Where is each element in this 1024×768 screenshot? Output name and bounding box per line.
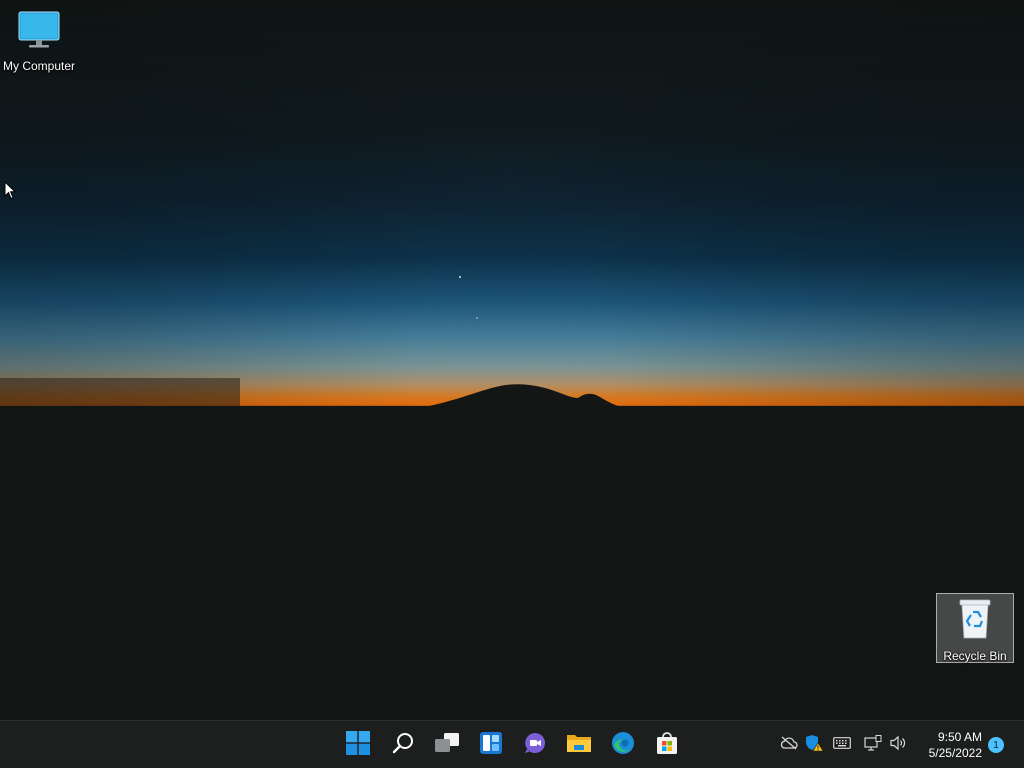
- folder-icon: [566, 732, 592, 759]
- taskbar: 9:50 AM 5/25/2022 1: [0, 720, 1024, 768]
- tray-network-button[interactable]: [863, 734, 883, 756]
- edge-icon: [611, 731, 635, 760]
- security-warning-icon: [804, 734, 824, 757]
- taskbar-clock[interactable]: 9:50 AM 5/25/2022: [916, 729, 982, 761]
- taskbar-edge-button[interactable]: [605, 727, 641, 763]
- desktop[interactable]: My Computer Recycle Bin: [0, 0, 1024, 720]
- tray-onedrive-button[interactable]: [779, 735, 799, 755]
- recycle-bin-icon: [955, 596, 995, 645]
- mouse-cursor-icon: [4, 181, 16, 200]
- taskbar-task-view-button[interactable]: [429, 727, 465, 763]
- search-icon: [391, 731, 415, 760]
- volume-icon: [889, 735, 907, 756]
- taskbar-file-explorer-button[interactable]: [561, 727, 597, 763]
- desktop-icon-label: My Computer: [2, 59, 76, 73]
- desktop-icon-label: Recycle Bin: [943, 649, 1007, 663]
- wallpaper: [0, 0, 1024, 720]
- clock-date: 5/25/2022: [928, 746, 982, 760]
- taskbar-store-button[interactable]: [649, 727, 685, 763]
- network-icon: [864, 734, 882, 756]
- desktop-icon-my-computer[interactable]: My Computer: [1, 8, 77, 76]
- clock-time: 9:50 AM: [937, 730, 982, 744]
- task-view-icon: [434, 732, 460, 759]
- windows-start-icon: [346, 730, 370, 760]
- taskbar-chat-button[interactable]: [517, 727, 553, 763]
- tray-keyboard-button[interactable]: [832, 735, 852, 755]
- store-icon: [655, 731, 679, 760]
- chat-icon: [523, 731, 547, 760]
- monitor-icon: [17, 10, 61, 55]
- cloud-offline-icon: [780, 736, 798, 755]
- taskbar-search-button[interactable]: [385, 727, 421, 763]
- widgets-icon: [479, 731, 503, 760]
- tray-volume-button[interactable]: [888, 735, 908, 755]
- taskbar-widgets-button[interactable]: [473, 727, 509, 763]
- desktop-icon-recycle-bin[interactable]: Recycle Bin: [936, 593, 1014, 663]
- notification-badge[interactable]: 1: [988, 737, 1004, 753]
- taskbar-start-button[interactable]: [340, 727, 376, 763]
- keyboard-icon: [833, 736, 851, 754]
- tray-security-button[interactable]: [804, 734, 824, 757]
